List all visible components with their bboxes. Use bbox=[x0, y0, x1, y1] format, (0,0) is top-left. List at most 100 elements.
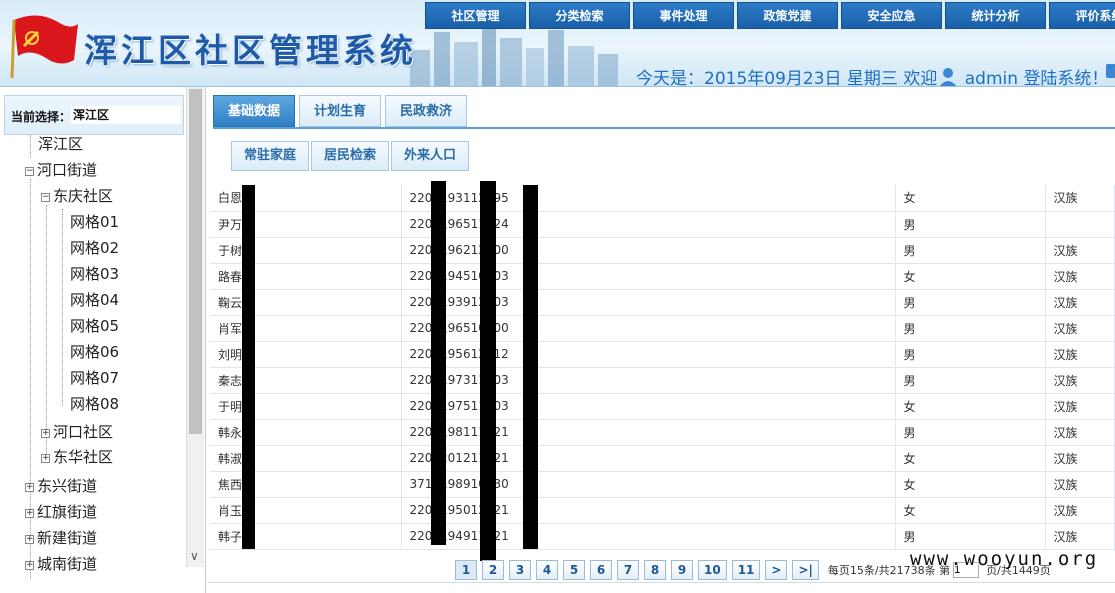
page-button[interactable]: 2 bbox=[482, 560, 504, 580]
cell-id-number: 2203194510403 bbox=[401, 263, 896, 290]
tree-node-grid[interactable]: 网格07 bbox=[70, 368, 119, 388]
tree-node-hekou-community[interactable]: + 河口社区 bbox=[41, 422, 113, 442]
collapse-icon[interactable]: − bbox=[41, 193, 50, 202]
nav-policy-party[interactable]: 政策党建 bbox=[737, 2, 838, 29]
cell-id-number: 2202196510400 bbox=[401, 315, 896, 342]
nav-category-search[interactable]: 分类检索 bbox=[529, 2, 630, 29]
table-row[interactable]: 刘明 2202195612712 男汉族 bbox=[210, 341, 1115, 368]
table-row[interactable]: 韩淑 2202201211321 女汉族 bbox=[210, 445, 1115, 472]
tree-node-dongqing-community[interactable]: − 东庆社区 bbox=[41, 186, 113, 206]
tab-underline bbox=[213, 127, 1115, 129]
table-row[interactable]: 韩子 2202194911721 男汉族 bbox=[210, 523, 1115, 550]
tree-node-donghua-community[interactable]: + 东华社区 bbox=[41, 447, 113, 467]
cell-id-number: 2203193912903 bbox=[401, 289, 896, 316]
chevron-down-icon[interactable]: ∨ bbox=[190, 549, 199, 563]
nav-statistics[interactable]: 统计分析 bbox=[945, 2, 1046, 29]
table-row[interactable]: 韩永 2202198111021 男汉族 bbox=[210, 419, 1115, 446]
page-button[interactable]: 1 bbox=[455, 560, 477, 580]
cell-id-number: 2202201211321 bbox=[401, 445, 896, 472]
page-button[interactable]: 10 bbox=[698, 560, 727, 580]
expand-icon[interactable]: + bbox=[25, 561, 34, 570]
next-page-button[interactable]: > bbox=[765, 560, 788, 580]
city-skyline-image bbox=[410, 24, 618, 86]
tree-node-street[interactable]: + 红旗街道 bbox=[25, 502, 97, 522]
subtab-migrant-population[interactable]: 外来人口 bbox=[391, 141, 470, 171]
top-nav: 社区管理 分类检索 事件处理 政策党建 安全应急 统计分析 评价系统 bbox=[425, 2, 1115, 29]
page-button[interactable]: 9 bbox=[671, 560, 693, 580]
table-row[interactable]: 鞠云 2203193912903 男汉族 bbox=[210, 289, 1115, 316]
cell-name: 焦西 bbox=[210, 471, 402, 498]
login-suffix: 登陆系统！ bbox=[1023, 69, 1109, 87]
main-tabs: 基础数据 计划生育 民政救济 bbox=[213, 95, 471, 127]
page-button[interactable]: 8 bbox=[644, 560, 666, 580]
tree-node-street[interactable]: + 东兴街道 bbox=[25, 476, 97, 496]
tree-node-hunjiang[interactable]: 浑江区 bbox=[38, 134, 83, 154]
cell-id-number: 2203197311803 bbox=[401, 367, 896, 394]
expand-icon[interactable]: + bbox=[25, 535, 34, 544]
page-button[interactable]: 6 bbox=[590, 560, 612, 580]
tab-civil-relief[interactable]: 民政救济 bbox=[385, 95, 468, 127]
tree-node-grid[interactable]: 网格01 bbox=[70, 212, 119, 232]
sidebar: 当前选择： 浑江区 浑江区 − 河口街道 − 东庆社区 网格01 网格02 网格03… bbox=[0, 87, 206, 593]
tree-node-hekou-street[interactable]: − 河口街道 bbox=[25, 160, 97, 180]
tree-node-grid[interactable]: 网格08 bbox=[70, 394, 119, 414]
cell-nation: 汉族 bbox=[1045, 341, 1115, 368]
tree-node-grid[interactable]: 网格03 bbox=[70, 264, 119, 284]
table-row[interactable]: 路春 2203194510403 女汉族 bbox=[210, 263, 1115, 290]
cell-gender: 女 bbox=[895, 263, 1046, 290]
cell-nation: 汉族 bbox=[1045, 263, 1115, 290]
page-button[interactable]: 5 bbox=[563, 560, 585, 580]
expand-icon[interactable]: + bbox=[41, 454, 50, 463]
subtab-resident-search[interactable]: 居民检索 bbox=[311, 141, 390, 171]
cell-gender: 男 bbox=[895, 211, 1046, 238]
sub-tabs: 常驻家庭 居民检索 外来人口 bbox=[231, 141, 471, 171]
tree-node-grid[interactable]: 网格05 bbox=[70, 316, 119, 336]
expand-icon[interactable]: + bbox=[25, 483, 34, 492]
cell-name: 韩淑 bbox=[210, 445, 402, 472]
tree-node-grid[interactable]: 网格06 bbox=[70, 342, 119, 362]
cell-nation: 汉族 bbox=[1045, 471, 1115, 498]
table-row[interactable]: 于树 2202196212900 男汉族 bbox=[210, 237, 1115, 264]
cell-id-number: 2202197511703 bbox=[401, 393, 896, 420]
tab-family-planning[interactable]: 计划生育 bbox=[299, 95, 382, 127]
table-row[interactable]: 白恩 2201193112095 女汉族 bbox=[210, 185, 1115, 212]
page-button[interactable]: 3 bbox=[509, 560, 531, 580]
page-button[interactable]: 11 bbox=[731, 560, 761, 580]
table-row[interactable]: 于明 2202197511703 女汉族 bbox=[210, 393, 1115, 420]
table-row[interactable]: 尹万 2202196511524 男 bbox=[210, 211, 1115, 238]
cell-gender: 女 bbox=[895, 445, 1046, 472]
tree-node-grid[interactable]: 网格02 bbox=[70, 238, 119, 258]
subtab-resident-family[interactable]: 常驻家庭 bbox=[231, 141, 310, 171]
cell-id-number: 2202195612712 bbox=[401, 341, 896, 368]
table-row[interactable]: 肖玉 2202195012421 女汉族 bbox=[210, 497, 1115, 524]
cell-nation: 汉族 bbox=[1045, 367, 1115, 394]
table-row[interactable]: 焦西 3717198910130 女汉族 bbox=[210, 471, 1115, 498]
cell-nation: 汉族 bbox=[1045, 419, 1115, 446]
cell-gender: 女 bbox=[895, 497, 1046, 524]
cell-name: 刘明 bbox=[210, 341, 402, 368]
expand-icon[interactable]: + bbox=[41, 429, 50, 438]
cell-nation bbox=[1045, 211, 1115, 238]
logout-icon[interactable] bbox=[1104, 62, 1115, 82]
expand-icon[interactable]: + bbox=[25, 509, 34, 518]
collapse-icon[interactable]: − bbox=[25, 167, 34, 176]
sidebar-scrollbar[interactable]: ∨ bbox=[186, 87, 204, 567]
nav-safety-emergency[interactable]: 安全应急 bbox=[841, 2, 942, 29]
tree-node-street[interactable]: + 新建街道 bbox=[25, 528, 97, 548]
cell-nation: 汉族 bbox=[1045, 523, 1115, 550]
page-button[interactable]: 7 bbox=[617, 560, 639, 580]
tab-basic-data[interactable]: 基础数据 bbox=[213, 95, 296, 127]
cell-name: 韩子 bbox=[210, 523, 402, 550]
table-row[interactable]: 秦志 2203197311803 男汉族 bbox=[210, 367, 1115, 394]
last-page-button[interactable]: >| bbox=[792, 560, 819, 580]
table-row[interactable]: 肖军 2202196510400 男汉族 bbox=[210, 315, 1115, 342]
nav-evaluation[interactable]: 评价系统 bbox=[1049, 2, 1115, 29]
cell-nation: 汉族 bbox=[1045, 289, 1115, 316]
nav-event-handling[interactable]: 事件处理 bbox=[633, 2, 734, 29]
tree-node-grid[interactable]: 网格04 bbox=[70, 290, 119, 310]
cell-id-number: 3717198910130 bbox=[401, 471, 896, 498]
nav-community-management[interactable]: 社区管理 bbox=[425, 2, 526, 29]
tree-node-street[interactable]: + 城南街道 bbox=[25, 554, 97, 574]
scrollbar-thumb[interactable] bbox=[189, 89, 202, 434]
page-button[interactable]: 4 bbox=[536, 560, 558, 580]
